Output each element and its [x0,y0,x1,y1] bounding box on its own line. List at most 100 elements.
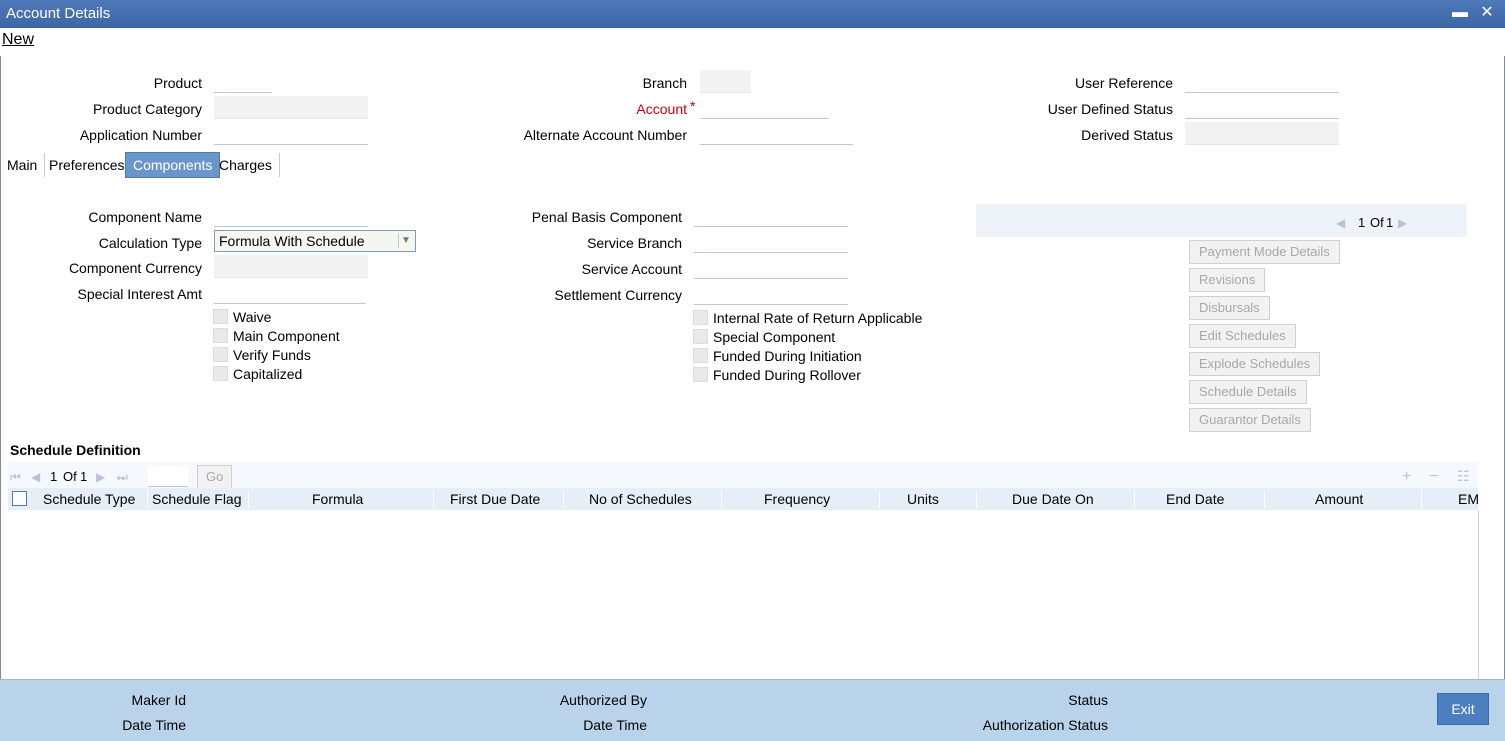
irr-applicable-checkbox[interactable] [693,310,708,325]
page-number-input[interactable] [148,466,188,487]
column-divider [879,490,880,508]
column-header[interactable]: EM [1458,491,1479,507]
next-page-icon[interactable]: ▶ [1398,216,1407,230]
penal-basis-component-label: Penal Basis Component [531,209,682,225]
component-page-current: 1 [1358,215,1366,230]
main-component-label: Main Component [233,328,340,344]
minimize-icon[interactable]: ▬ [1451,4,1469,22]
chevron-down-icon[interactable]: ▼ [398,233,413,248]
status-label: Status [1068,692,1108,708]
funded-during-initiation-checkbox[interactable] [693,348,708,363]
special-component-checkbox[interactable] [693,329,708,344]
go-button[interactable]: Go [197,465,233,489]
component-page-of: Of [1370,215,1384,230]
add-row-icon[interactable]: + [1402,468,1411,486]
column-divider [433,490,434,508]
alternate-account-number-field[interactable] [700,122,853,145]
account-field[interactable] [700,96,829,119]
explode-schedules-button[interactable]: Explode Schedules [1189,352,1321,376]
tab-main[interactable]: Main [0,153,46,177]
column-divider [1421,490,1422,508]
product-label: Product [153,75,202,91]
service-branch-field[interactable] [694,230,848,253]
calculation-type-value: Formula With Schedule [219,233,365,249]
waive-checkbox[interactable] [213,309,228,324]
product-category-field [214,96,368,119]
verify-funds-checkbox[interactable] [213,347,228,362]
column-divider [976,490,977,508]
column-header[interactable]: Schedule Type [43,491,135,507]
capitalized-checkbox[interactable] [213,366,228,381]
funded-during-rollover-label: Funded During Rollover [713,367,861,383]
branch-field [700,70,751,93]
column-divider [721,490,722,508]
disbursals-button[interactable]: Disbursals [1189,296,1270,320]
component-currency-field [214,255,368,278]
component-name-label: Component Name [88,209,202,225]
user-defined-status-label: User Defined Status [1047,101,1173,117]
last-page-icon[interactable]: ⏭ [117,470,128,485]
product-category-label: Product Category [93,101,202,117]
service-account-label: Service Account [581,261,682,277]
column-header[interactable]: No of Schedules [589,491,692,507]
component-currency-label: Component Currency [68,260,202,276]
list-view-icon[interactable]: ☷ [1457,468,1470,485]
settlement-currency-field[interactable] [694,282,848,305]
checker-date-time-label: Date Time [583,717,647,733]
special-component-label: Special Component [713,329,836,345]
funded-during-rollover-checkbox[interactable] [693,367,708,382]
select-all-checkbox[interactable] [12,491,27,506]
column-header[interactable]: Units [907,491,939,507]
column-header[interactable]: First Due Date [450,491,540,507]
irr-applicable-label: Internal Rate of Return Applicable [713,310,923,326]
schedule-page-of: Of [63,469,77,484]
calculation-type-select[interactable]: Formula With Schedule ▼ [214,230,416,252]
tab-components[interactable]: Components [125,152,221,178]
tab-charges[interactable]: Charges [212,153,280,177]
edit-schedules-button[interactable]: Edit Schedules [1189,324,1296,348]
new-menu-link[interactable]: New [2,31,34,49]
payment-mode-details-button[interactable]: Payment Mode Details [1189,240,1340,264]
application-number-label: Application Number [79,127,202,143]
next-page-icon[interactable]: ▶ [96,470,105,484]
first-page-icon[interactable]: ⏮ [10,470,21,485]
required-marker: * [690,98,696,114]
previous-page-icon[interactable]: ◀ [31,470,40,484]
column-header[interactable]: End Date [1166,491,1224,507]
column-header[interactable]: Schedule Flag [152,491,242,507]
revisions-button[interactable]: Revisions [1189,268,1266,292]
component-name-field[interactable] [214,204,368,227]
main-component-checkbox[interactable] [213,328,228,343]
close-icon[interactable]: ✕ [1478,4,1496,22]
column-header[interactable]: Frequency [764,491,830,507]
previous-page-icon[interactable]: ◀ [1336,216,1345,230]
column-header[interactable]: Amount [1315,491,1363,507]
tab-preferences[interactable]: Preferences [42,153,133,177]
application-number-field[interactable] [214,122,368,145]
column-header[interactable]: Formula [312,491,363,507]
schedule-details-button[interactable]: Schedule Details [1189,380,1307,404]
component-pager-bar [976,204,1467,237]
verify-funds-label: Verify Funds [233,347,311,363]
window-title: Account Details [6,5,111,22]
schedule-definition-title: Schedule Definition [10,442,141,458]
user-defined-status-field[interactable] [1185,96,1339,119]
authorization-status-label: Authorization Status [982,717,1108,733]
column-divider [1134,490,1135,508]
window-titlebar: Account Details ▬ ✕ [0,0,1505,28]
calculation-type-label: Calculation Type [98,235,202,251]
exit-button[interactable]: Exit [1437,693,1489,725]
waive-label: Waive [233,309,272,325]
user-reference-field[interactable] [1185,70,1339,93]
service-account-field[interactable] [694,256,848,279]
alternate-account-number-label: Alternate Account Number [523,127,687,143]
guarantor-details-button[interactable]: Guarantor Details [1189,408,1311,432]
column-header[interactable]: Due Date On [1012,491,1094,507]
special-interest-amt-label: Special Interest Amt [77,286,202,302]
product-field[interactable] [214,70,272,93]
penal-basis-component-field[interactable] [694,204,848,227]
schedule-page-total: 1 [80,469,88,484]
delete-row-icon[interactable]: − [1429,468,1438,486]
special-interest-amt-field[interactable] [214,281,366,304]
funded-during-initiation-label: Funded During Initiation [713,348,862,364]
